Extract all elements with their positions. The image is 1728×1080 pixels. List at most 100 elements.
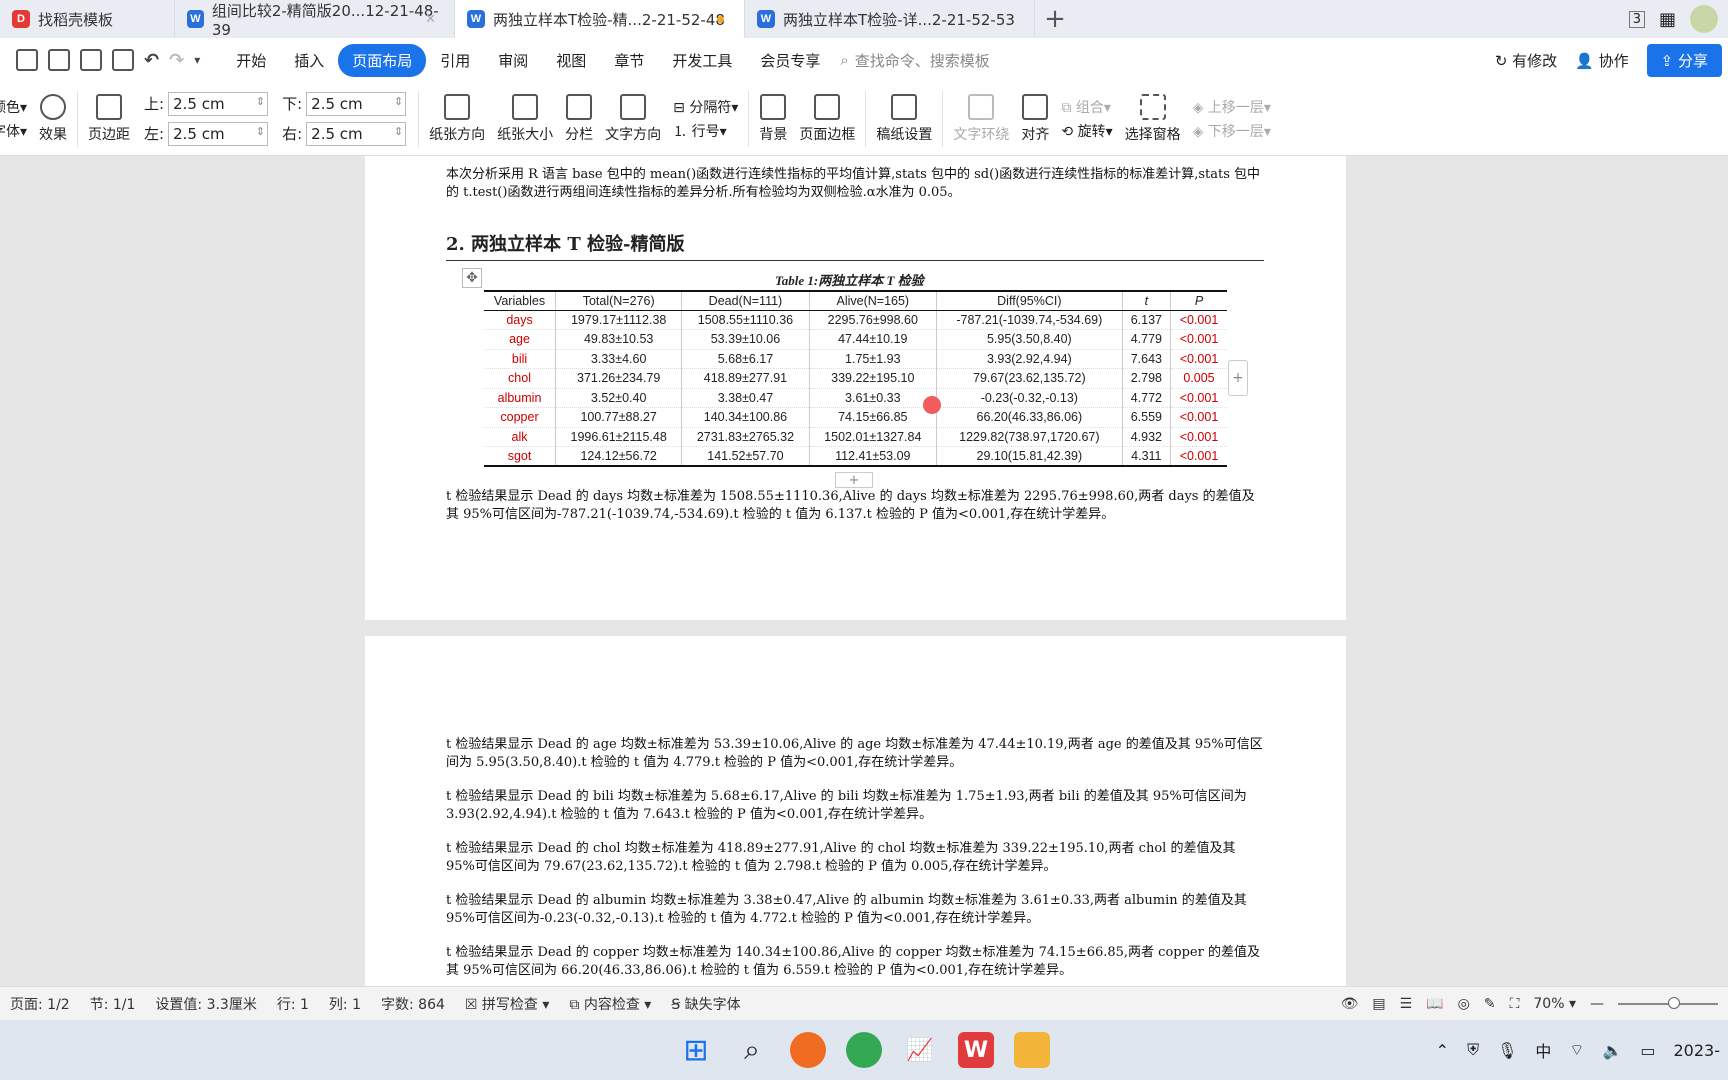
table-cell[interactable]: 100.77±88.27 bbox=[555, 407, 682, 428]
menu-tab-3[interactable]: 页面布局 bbox=[338, 43, 427, 77]
chrome-icon[interactable] bbox=[846, 1032, 882, 1068]
table-cell[interactable]: 79.67(23.62,135.72) bbox=[935, 368, 1123, 389]
page-border-button[interactable]: 页面边框 bbox=[793, 93, 861, 144]
menu-tab-8[interactable]: 开发工具 bbox=[658, 44, 746, 77]
zoom-out-icon[interactable]: — bbox=[1590, 996, 1604, 1012]
table-cell[interactable]: 3.93(2.92,4.94) bbox=[935, 349, 1123, 369]
effect-button[interactable]: 效果 bbox=[33, 93, 73, 144]
table-cell[interactable]: sgot bbox=[484, 446, 556, 467]
table-row[interactable]: days 1979.17±1112.38 1508.55±1110.36 2295.7… bbox=[484, 310, 1227, 330]
table-cell[interactable]: bili bbox=[484, 349, 556, 369]
document-canvas[interactable]: 本次分析采用 R 语言 base 包中的 mean()函数进行连续性指标的平均值… bbox=[0, 156, 1728, 986]
menu-tab-5[interactable]: 审阅 bbox=[484, 44, 542, 77]
wps-icon[interactable]: W bbox=[958, 1032, 994, 1068]
menu-tab-7[interactable]: 章节 bbox=[600, 44, 658, 77]
bottom-margin-input[interactable]: 2.5 cm bbox=[306, 91, 407, 116]
line-number-button[interactable]: ⒈ 行号▾ bbox=[673, 121, 726, 141]
grid-icon[interactable]: ▦ bbox=[1659, 9, 1676, 30]
table-cell[interactable]: <0.001 bbox=[1169, 329, 1227, 350]
separator-button[interactable]: ⊟ 分隔符▾ bbox=[673, 97, 738, 117]
table-cell[interactable]: 418.89±277.91 bbox=[681, 368, 810, 389]
table-row[interactable]: sgot 124.12±56.72 141.52±57.70 112.41±53.09… bbox=[484, 446, 1227, 467]
result-paragraph-copper[interactable]: t 检验结果显示 Dead 的 copper 均数±标准差为 140.34±10… bbox=[446, 944, 1266, 980]
column-header[interactable]: Total(N=276) bbox=[555, 290, 682, 311]
group-button[interactable]: ⧉ 组合▾ bbox=[1061, 97, 1110, 117]
more-icon[interactable]: ▾ bbox=[194, 53, 200, 67]
table-cell[interactable]: 140.34±100.86 bbox=[681, 407, 810, 428]
table-cell[interactable]: -787.21(-1039.74,-534.69) bbox=[935, 310, 1123, 330]
table-cell[interactable]: 5.68±6.17 bbox=[681, 349, 810, 369]
add-row-button[interactable]: + bbox=[835, 472, 873, 488]
table-cell[interactable]: 4.772 bbox=[1121, 388, 1171, 408]
table-cell[interactable]: 5.95(3.50,8.40) bbox=[935, 329, 1123, 350]
missing-font-button[interactable]: Ꞩ 缺失字体 bbox=[661, 994, 750, 1014]
clock[interactable]: 2023- bbox=[1674, 1041, 1721, 1060]
table-cell[interactable]: <0.001 bbox=[1169, 446, 1227, 467]
text-direction-button[interactable]: 文字方向 bbox=[599, 93, 667, 144]
web-view-icon[interactable]: ◎ bbox=[1458, 996, 1470, 1012]
table-cell[interactable]: albumin bbox=[484, 388, 556, 408]
chevron-up-icon[interactable]: ⌃ bbox=[1436, 1041, 1449, 1060]
table-cell[interactable]: <0.001 bbox=[1169, 388, 1227, 408]
table-cell[interactable]: 141.52±57.70 bbox=[681, 446, 810, 467]
firefox-icon[interactable] bbox=[790, 1032, 826, 1068]
table-cell[interactable]: 1229.82(738.97,1720.67) bbox=[935, 427, 1123, 447]
folder-icon[interactable] bbox=[1014, 1032, 1050, 1068]
result-paragraph-age[interactable]: t 检验结果显示 Dead 的 age 均数±标准差为 53.39±10.06,… bbox=[446, 736, 1266, 772]
page-indicator[interactable]: 页面: 1/2 bbox=[0, 994, 80, 1014]
table-cell[interactable]: 29.10(15.81,42.39) bbox=[935, 446, 1123, 467]
wifi-icon[interactable]: ⌔ bbox=[1569, 1040, 1584, 1060]
search-icon[interactable]: ⌕ bbox=[734, 1032, 770, 1068]
send-backward-button[interactable]: ◈ 下移一层▾ bbox=[1193, 121, 1271, 141]
table-cell[interactable]: age bbox=[484, 329, 556, 350]
align-button[interactable]: 对齐 bbox=[1015, 93, 1055, 144]
table-cell[interactable]: <0.001 bbox=[1169, 427, 1227, 447]
section-heading[interactable]: 2. 两独立样本 T 检验-精简版 bbox=[446, 230, 1264, 261]
new-tab-button[interactable]: + bbox=[1035, 0, 1075, 38]
undo-icon[interactable]: ↶ bbox=[144, 50, 159, 71]
table-cell[interactable]: 2295.76±998.60 bbox=[808, 310, 937, 330]
table-cell[interactable]: 66.20(46.33,86.06) bbox=[935, 407, 1123, 428]
table-cell[interactable]: copper bbox=[484, 407, 556, 428]
table-cell[interactable]: 124.12±56.72 bbox=[555, 446, 682, 467]
table-cell[interactable]: 47.44±10.19 bbox=[808, 329, 937, 350]
command-search[interactable]: ⌕ 查找命令、搜索模板 bbox=[840, 50, 989, 71]
color-button[interactable]: 颜色▾ bbox=[0, 97, 27, 117]
eye-icon[interactable]: 👁 bbox=[1341, 996, 1359, 1012]
export-icon[interactable] bbox=[48, 49, 70, 71]
layout-icon[interactable]: 3 bbox=[1628, 10, 1645, 28]
table-cell[interactable]: 6.559 bbox=[1121, 407, 1171, 428]
table-cell[interactable]: 2731.83±2765.32 bbox=[681, 427, 810, 447]
print-icon[interactable] bbox=[80, 49, 102, 71]
result-paragraph-chol[interactable]: t 检验结果显示 Dead 的 chol 均数±标准差为 418.89±277.… bbox=[446, 840, 1266, 876]
fit-icon[interactable]: ⛶ bbox=[1510, 996, 1520, 1012]
table-cell[interactable]: 3.33±4.60 bbox=[555, 349, 682, 369]
table-cell[interactable]: 3.38±0.47 bbox=[681, 388, 810, 408]
table-row[interactable]: albumin 3.52±0.40 3.38±0.47 3.61±0.33 -0.23(… bbox=[484, 388, 1227, 408]
share-button[interactable]: ⇪ 分享 bbox=[1646, 43, 1722, 77]
table-cell[interactable]: 1502.01±1327.84 bbox=[808, 427, 937, 447]
table-row[interactable]: age 49.83±10.53 53.39±10.06 47.44±10.19 5.95… bbox=[484, 329, 1227, 350]
redo-icon[interactable]: ↷ bbox=[169, 50, 184, 71]
collab-button[interactable]: 👤 协作 bbox=[1575, 50, 1628, 71]
table-row[interactable]: bili 3.33±4.60 5.68±6.17 1.75±1.93 3.93(2.92… bbox=[484, 349, 1227, 369]
table-cell[interactable]: 6.137 bbox=[1121, 310, 1171, 330]
column-header[interactable]: Diff(95%CI) bbox=[935, 290, 1123, 311]
table-move-handle[interactable]: ✥ bbox=[462, 268, 482, 288]
column-header[interactable]: Alive(N=165) bbox=[808, 290, 937, 311]
tab-4[interactable]: W 两独立样本T检验-详...2-21-52-53 bbox=[745, 0, 1035, 38]
background-button[interactable]: 背景 bbox=[753, 93, 793, 144]
right-margin-input[interactable]: 2.5 cm bbox=[306, 121, 407, 146]
table-cell[interactable]: 3.61±0.33 bbox=[808, 388, 937, 408]
table-cell[interactable]: days bbox=[484, 310, 556, 330]
battery-icon[interactable]: ▭ bbox=[1640, 1041, 1655, 1060]
grid-paper-button[interactable]: 稿纸设置 bbox=[870, 93, 938, 144]
top-margin-input[interactable]: 2.5 cm bbox=[168, 91, 269, 116]
content-check-button[interactable]: ⧉ 内容检查 ▾ bbox=[559, 994, 661, 1014]
table-cell[interactable]: 339.22±195.10 bbox=[808, 368, 937, 389]
table-row[interactable]: alk 1996.61±2115.48 2731.83±2765.32 1502.01… bbox=[484, 427, 1227, 447]
page-1[interactable]: 本次分析采用 R 语言 base 包中的 mean()函数进行连续性指标的平均值… bbox=[365, 156, 1346, 620]
tab-2[interactable]: W 组间比较2-精简版20...12-21-48-39 ✕ bbox=[175, 0, 455, 39]
page-2[interactable]: t 检验结果显示 Dead 的 age 均数±标准差为 53.39±10.06,… bbox=[365, 636, 1346, 986]
avatar[interactable] bbox=[1690, 5, 1718, 33]
